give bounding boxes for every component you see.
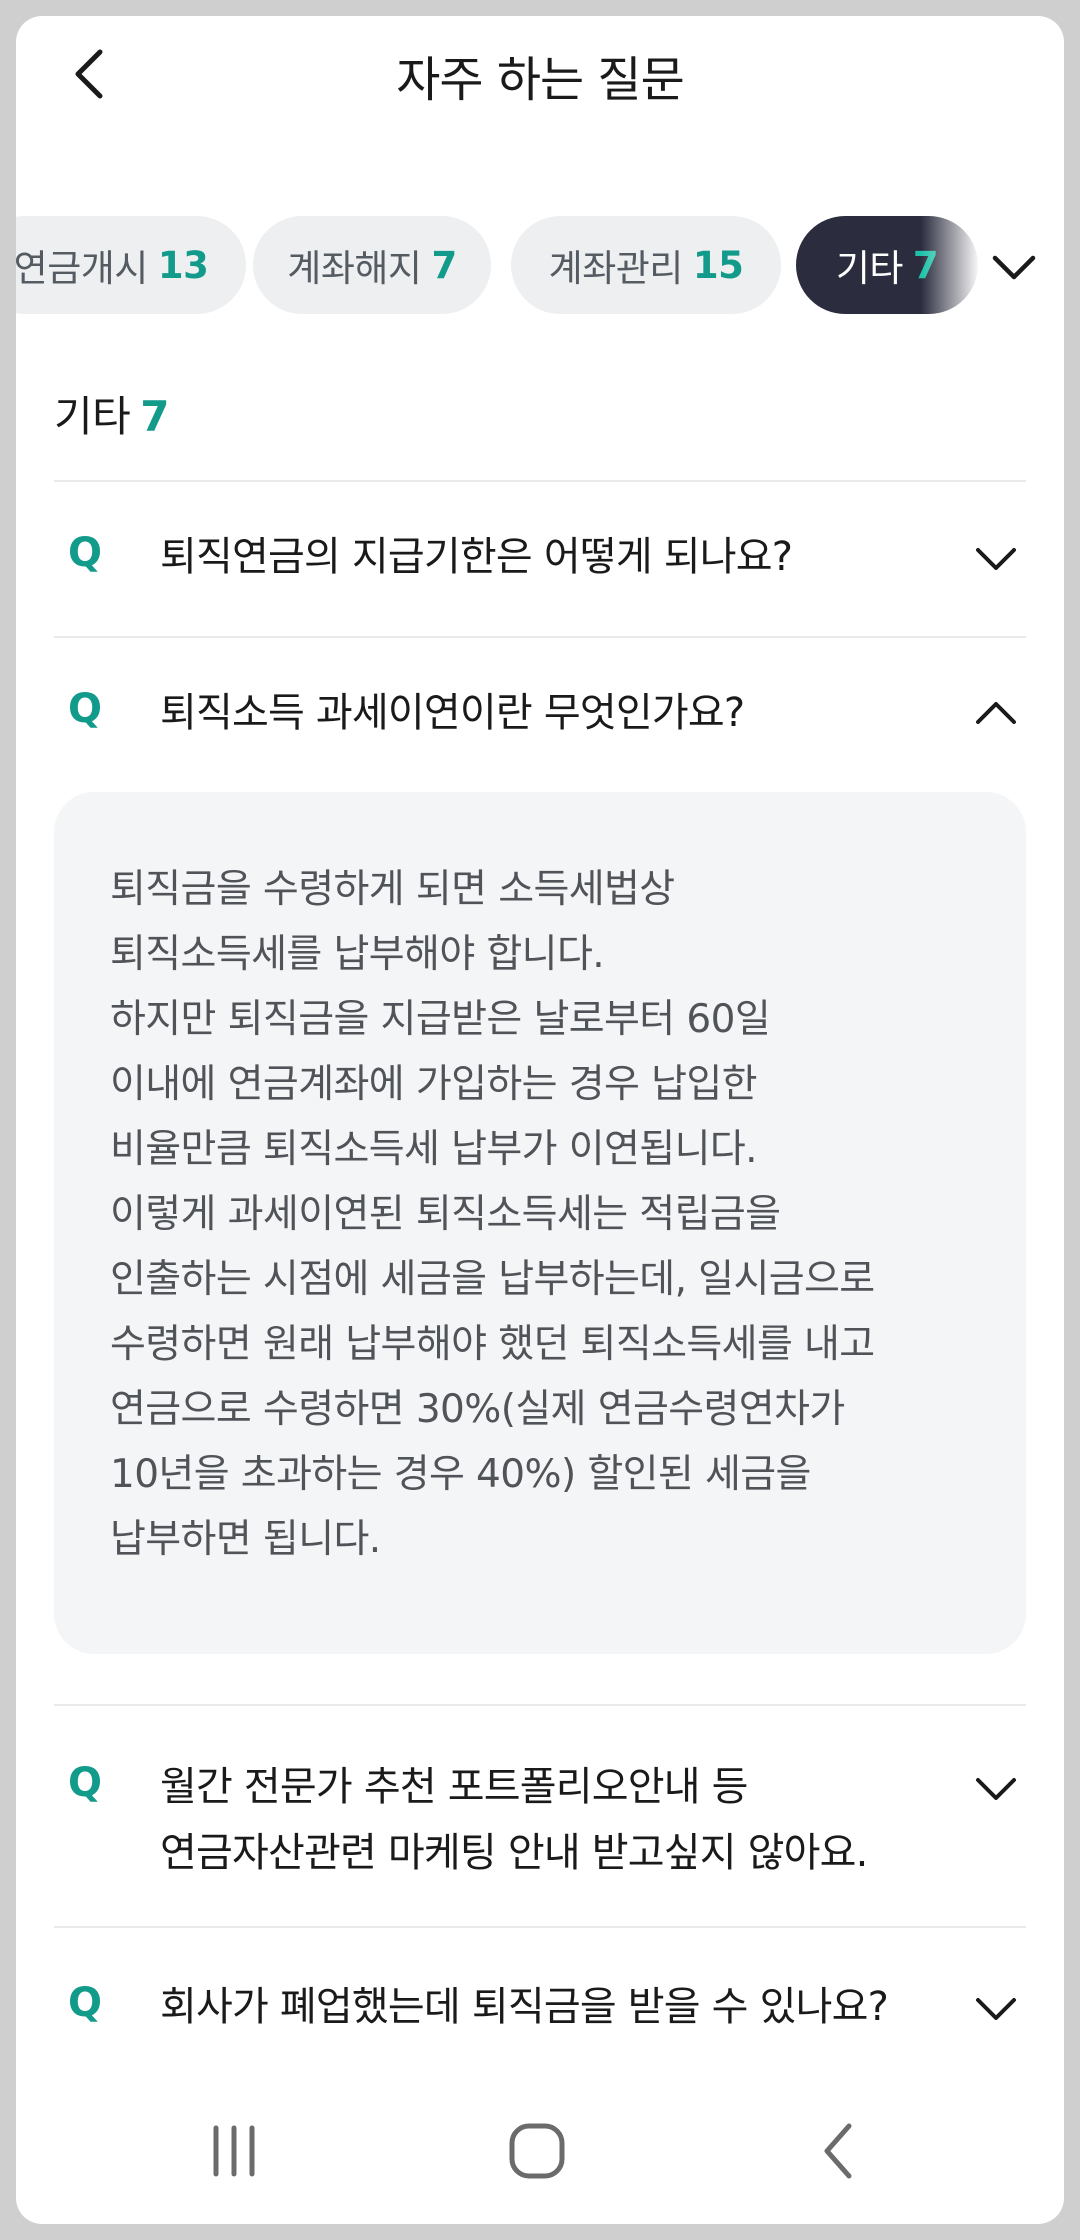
faq-item[interactable]: Q 월간 전문가 추천 포트폴리오안내 등 연금자산관련 마케팅 안내 받고싶지… <box>54 1706 1026 1926</box>
chip-label: 연금개시 <box>16 247 148 290</box>
faq-question-line: 연금자산관련 마케팅 안내 받고싶지 않아요. <box>160 1830 868 1876</box>
back-icon[interactable] <box>795 2106 885 2196</box>
faq-item[interactable]: Q 퇴직소득 과세이연이란 무엇인가요? <box>54 638 1026 788</box>
chip-count: 15 <box>692 243 744 287</box>
chevron-up-icon <box>976 702 1016 724</box>
recent-apps-icon[interactable] <box>189 2106 279 2196</box>
faq-question: 퇴직연금의 지급기한은 어떻게 되나요? <box>160 524 930 590</box>
chip-account-close[interactable]: 계좌해지 7 <box>253 216 491 314</box>
faq-question: 회사가 폐업했는데 퇴직금을 받을 수 있나요? <box>160 1974 930 2040</box>
chip-count: 13 <box>157 243 209 287</box>
answer-line: 퇴직소득세를 납부해야 합니다. <box>110 932 605 977</box>
answer-line: 연금으로 수령하면 30%(실제 연금수령연차가 <box>110 1387 845 1432</box>
faq-question-line: 퇴직소득 과세이연이란 무엇인가요? <box>160 690 745 736</box>
answer-line: 이내에 연금계좌에 가입하는 경우 납입한 <box>110 1062 758 1107</box>
answer-line: 비율만큼 퇴직소득세 납부가 이연됩니다. <box>110 1127 758 1172</box>
category-chips: 연금개시13 계좌해지7 계좌관리15 기타 7 <box>16 216 1064 316</box>
answer-line: 이렇게 과세이연된 퇴직소득세는 적립금을 <box>110 1192 781 1237</box>
section-title-count: 7 <box>140 392 170 441</box>
answer-line: 인출하는 시점에 세금을 납부하는데, 일시금으로 <box>110 1257 875 1302</box>
q-marker: Q <box>68 1760 103 1806</box>
answer-line: 수령하면 원래 납부해야 했던 퇴직소득세를 내고 <box>110 1322 875 1367</box>
q-marker: Q <box>68 1980 103 2026</box>
faq-answer: 퇴직금을 수령하게 되면 소득세법상 퇴직소득세를 납부해야 합니다. 하지만 … <box>54 792 1026 1654</box>
q-marker: Q <box>68 530 103 576</box>
header: 자주 하는 질문 <box>16 16 1064 136</box>
section-title: 기타 7 <box>54 383 170 444</box>
answer-line: 납부하면 됩니다. <box>110 1517 381 1562</box>
chip-pension-start[interactable]: 연금개시 13 <box>16 216 246 314</box>
faq-question-line: 월간 전문가 추천 포트폴리오안내 등 <box>160 1764 748 1810</box>
faq-item[interactable]: Q 회사가 폐업했는데 퇴직금을 받을 수 있나요? <box>54 1928 1026 2068</box>
faq-question-line: 퇴직연금의 지급기한은 어떻게 되나요? <box>160 534 793 580</box>
page-title: 자주 하는 질문 <box>396 52 684 108</box>
chevron-down-icon <box>976 1778 1016 1800</box>
faq-question: 월간 전문가 추천 포트폴리오안내 등 연금자산관련 마케팅 안내 받고싶지 않… <box>160 1754 930 1886</box>
answer-line: 퇴직금을 수령하게 되면 소득세법상 <box>110 867 675 912</box>
system-nav-bar <box>16 2076 1064 2224</box>
section-title-label: 기타 <box>54 392 131 441</box>
answer-line: 하지만 퇴직금을 지급받은 날로부터 60일 <box>110 997 771 1042</box>
chevron-down-icon <box>976 548 1016 570</box>
chip-count: 7 <box>431 243 457 287</box>
screen: 자주 하는 질문 연금개시13 계좌해지7 계좌관리15 기타7 기타7 Q 퇴… <box>16 16 1064 2224</box>
q-marker: Q <box>68 686 103 732</box>
chip-account-manage[interactable]: 계좌관리 15 <box>511 216 781 314</box>
faq-question: 퇴직소득 과세이연이란 무엇인가요? <box>160 680 930 746</box>
chip-label: 기타 <box>835 247 904 290</box>
chip-label: 계좌해지 <box>287 247 422 290</box>
chip-label: 계좌관리 <box>548 247 684 290</box>
faq-item[interactable]: Q 퇴직연금의 지급기한은 어떻게 되나요? <box>54 482 1026 634</box>
home-icon[interactable] <box>492 2106 582 2196</box>
chevron-down-icon <box>976 1998 1016 2020</box>
faq-question-line: 회사가 폐업했는데 퇴직금을 받을 수 있나요? <box>160 1984 889 2030</box>
chevron-down-icon[interactable] <box>981 234 1047 300</box>
answer-line: 10년을 초과하는 경우 40%) 할인된 세금을 <box>110 1452 811 1497</box>
